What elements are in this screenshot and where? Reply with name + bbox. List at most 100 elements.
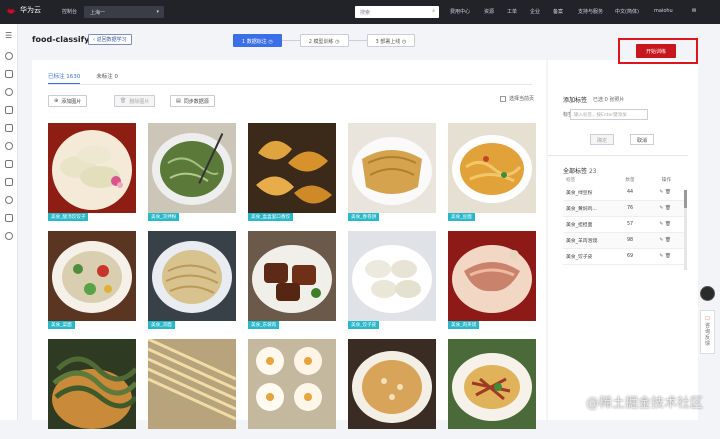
trash-icon[interactable]: 🗑 [665, 206, 671, 211]
image-card[interactable]: 美食_凉拌粉 [148, 123, 236, 223]
edit-icon[interactable]: ✎ [659, 238, 663, 243]
food-photo[interactable] [248, 339, 336, 429]
add-images-button[interactable]: ⊕ 添加图片 [48, 95, 88, 107]
label-actions: ✎ 🗑 [645, 190, 675, 195]
edit-icon[interactable]: ✎ [659, 190, 663, 195]
edit-icon[interactable]: ✎ [659, 254, 663, 259]
image-label-tag: 美食_凉拌粉 [148, 213, 180, 221]
food-photo[interactable] [148, 339, 236, 429]
tab-annotated[interactable]: 已标注 1630 [48, 72, 81, 84]
confirm-button[interactable]: 确定 [590, 134, 615, 145]
food-photo[interactable] [48, 339, 136, 429]
food-photo[interactable] [348, 123, 436, 213]
nav-icon-2[interactable] [5, 70, 13, 78]
nav-billing[interactable]: 费用中心 [450, 8, 470, 15]
image-card[interactable] [148, 339, 236, 439]
label-row[interactable]: 美食_黄焖鸡... 76 ✎ 🗑 [563, 201, 687, 217]
step-deploy-label: 3 部署上线 [375, 39, 401, 45]
image-card[interactable]: 美食_酸汤饺饺子 [48, 123, 136, 223]
assistant-icon[interactable] [700, 286, 715, 301]
image-card[interactable]: 美食_凉面 [148, 231, 236, 331]
image-card[interactable] [448, 339, 536, 439]
image-card[interactable]: 美食_菜面 [48, 231, 136, 331]
nav-icon-9[interactable] [5, 196, 13, 204]
nav-icon-5[interactable] [5, 124, 13, 132]
label-row[interactable]: 美食_饺子皮 69 ✎ 🗑 [563, 249, 687, 265]
label-row[interactable]: 美食_羊肉泡馍 98 ✎ 🗑 [563, 233, 687, 249]
nav-icon-1[interactable] [5, 52, 13, 60]
food-photo[interactable] [148, 231, 236, 321]
nav-icon-10[interactable] [5, 214, 13, 222]
step-annotate[interactable]: 1 数据标注 ◷ [233, 34, 282, 47]
brand-logo[interactable]: 华为云 [6, 5, 41, 15]
checkbox[interactable] [500, 95, 506, 102]
label-name-input[interactable]: 输入标签，按Enter键添加 [570, 109, 648, 120]
scrollbar-thumb[interactable] [684, 190, 687, 208]
edit-icon[interactable]: ✎ [659, 206, 663, 211]
image-label-tag: 美食_豆面 [448, 213, 475, 221]
step-deploy[interactable]: 3 部署上线 ◷ [366, 34, 416, 47]
feedback-button[interactable]: ☐ 咨询反馈 [700, 310, 715, 354]
food-photo[interactable] [348, 231, 436, 321]
nav-resources[interactable]: 资源 [484, 8, 494, 15]
nav-icon-4[interactable] [5, 106, 13, 114]
clock-icon: ◷ [401, 39, 407, 45]
label-row[interactable]: 美食_绿豆粉 44 ✎ 🗑 [563, 185, 687, 201]
cancel-button[interactable]: 取消 [630, 134, 655, 145]
food-photo[interactable] [48, 231, 136, 321]
trash-icon[interactable]: 🗑 [665, 238, 671, 243]
image-card[interactable]: 美食_东坡肉 [248, 231, 336, 331]
user-menu[interactable]: maiohu [654, 8, 673, 14]
nav-icon-3[interactable] [5, 88, 13, 96]
food-photo[interactable] [48, 123, 136, 213]
image-card[interactable]: 美食_春卷饼 [348, 123, 436, 223]
message-icon[interactable]: ✉ [692, 8, 696, 14]
image-card[interactable]: 美食_豆面 [448, 123, 536, 223]
label-row[interactable]: 美食_担担面 57 ✎ 🗑 [563, 217, 687, 233]
trash-icon[interactable]: 🗑 [665, 190, 671, 195]
trash-icon[interactable]: 🗑 [665, 254, 671, 259]
image-card[interactable] [48, 339, 136, 439]
food-photo[interactable] [348, 339, 436, 429]
food-photo[interactable] [248, 123, 336, 213]
step-train[interactable]: 2 模型训练 ◷ [299, 34, 349, 47]
language-switch[interactable]: 中文(简体) [615, 8, 639, 15]
image-card[interactable] [348, 339, 436, 439]
image-card[interactable] [248, 339, 336, 439]
start-training-button[interactable]: 开始训练 [636, 44, 676, 58]
tab-unannotated[interactable]: 未标注 0 [96, 72, 118, 84]
panel-divider [548, 155, 688, 156]
menu-icon[interactable]: ☰ [5, 32, 13, 40]
huawei-logo-icon [6, 8, 16, 14]
select-page-checkbox[interactable]: 选择当前页 [500, 95, 534, 102]
label-scrollbar[interactable] [684, 190, 687, 270]
label-count: 69 [626, 254, 634, 259]
nav-filing[interactable]: 备案 [553, 8, 563, 15]
nav-tickets[interactable]: 工单 [507, 8, 517, 15]
image-card[interactable]: 美食_饺子皮 [348, 231, 436, 331]
console-menu[interactable]: 控制台 [62, 8, 77, 15]
back-button[interactable]: ‹ 返回数据学习 [88, 34, 132, 45]
nav-enterprise[interactable]: 企业 [530, 8, 540, 15]
food-photo[interactable] [148, 123, 236, 213]
region-select[interactable]: 上海一 ▾ [84, 6, 164, 18]
trash-icon[interactable]: 🗑 [665, 222, 671, 227]
food-photo[interactable] [448, 231, 536, 321]
nav-icon-11[interactable] [5, 232, 13, 240]
delete-images-button[interactable]: 🗑 删除图片 [114, 95, 156, 107]
search-input[interactable]: 搜索 ⌕ [355, 6, 439, 18]
food-photo[interactable] [248, 231, 336, 321]
image-card[interactable]: 美食_盒盒里口香饺 [248, 123, 336, 223]
edit-icon[interactable]: ✎ [659, 222, 663, 227]
tab-divider [48, 84, 532, 85]
label-actions: ✎ 🗑 [645, 222, 675, 227]
sync-datasource-button[interactable]: ▤ 同步数据源 [170, 95, 215, 107]
nav-icon-6[interactable] [5, 142, 13, 150]
food-photo[interactable] [448, 339, 536, 429]
nav-icon-7[interactable] [5, 160, 13, 168]
image-card[interactable]: 美食_肉夹馍 [448, 231, 536, 331]
food-photo[interactable] [448, 123, 536, 213]
nav-support[interactable]: 支持与服务 [578, 8, 603, 15]
nav-icon-8[interactable] [5, 178, 13, 186]
watermark: @稀土掘金技术社区 [586, 396, 704, 411]
